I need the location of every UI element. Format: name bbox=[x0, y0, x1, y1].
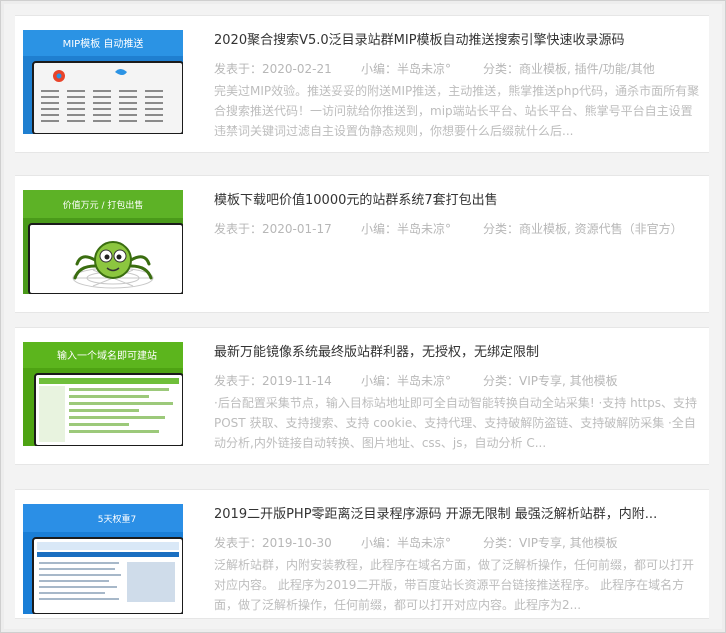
post-info: 模板下载吧价值10000元的站群系统7套打包出售 发表于：2020-01-17 小… bbox=[214, 192, 702, 237]
post-title[interactable]: 2020聚合搜索V5.0泛目录站群MIP模板自动推送搜索引擎快速收录源码 bbox=[214, 32, 702, 50]
post-info: 2020聚合搜索V5.0泛目录站群MIP模板自动推送搜索引擎快速收录源码 发表于… bbox=[214, 32, 702, 141]
post-meta: 发表于：2019-11-14 小编：半岛未凉° 分类：VIP专享, 其他模板 bbox=[214, 373, 702, 389]
category-link[interactable]: VIP专享 bbox=[519, 536, 562, 550]
date-label: 发表于： bbox=[214, 222, 263, 236]
thumb-site-header bbox=[37, 542, 179, 550]
thumb-banner-text: MIP模板 自动推送 bbox=[63, 37, 144, 50]
post-date: 发表于：2020-01-17 bbox=[214, 221, 361, 237]
thumb-site-nav bbox=[37, 552, 179, 557]
author-value: 半岛未凉° bbox=[397, 62, 452, 76]
post-info: 2019二开版PHP零距离泛目录程序源码 开源无限制 最强泛解析站群，内附...… bbox=[214, 506, 702, 615]
post-excerpt: ·后台配置采集节点，输入目标站地址即可全自动智能转换自动全站采集! ·支持 ht… bbox=[214, 396, 697, 450]
post-title[interactable]: 最新万能镜像系统最终版站群利器，无授权，无绑定限制 bbox=[214, 344, 702, 362]
post-card: MIP模板 自动推送 2020聚合搜索V5.0泛目录站群MIP模板自动推送搜索引… bbox=[15, 15, 709, 153]
post-info: 最新万能镜像系统最终版站群利器，无授权，无绑定限制 发表于：2019-11-14… bbox=[214, 344, 702, 453]
author-label: 小编： bbox=[361, 62, 398, 76]
post-thumbnail[interactable]: 5天权重7 bbox=[23, 504, 183, 614]
post-author: 小编：半岛未凉° bbox=[361, 535, 483, 551]
thumb-banner-text: 输入一个域名即可建站 bbox=[57, 349, 157, 362]
post-thumbnail[interactable]: MIP模板 自动推送 bbox=[23, 30, 183, 134]
category-label: 分类： bbox=[483, 374, 520, 388]
category-link[interactable]: 其他模板 bbox=[570, 536, 618, 550]
post-title[interactable]: 模板下载吧价值10000元的站群系统7套打包出售 bbox=[214, 192, 702, 210]
date-value: 2019-10-30 bbox=[262, 536, 332, 550]
category-link[interactable]: 其他模板 bbox=[570, 374, 618, 388]
thumbnail-mip-template-image: MIP模板 自动推送 bbox=[23, 30, 183, 134]
thumb-banner-text: 5天权重7 bbox=[98, 513, 136, 525]
author-label: 小编： bbox=[361, 374, 398, 388]
post-card: 输入一个域名即可建站 最新万能镜像系统最终版站群利器，无授权，无绑定限制 发表于 bbox=[15, 327, 709, 465]
author-value: 半岛未凉° bbox=[397, 374, 452, 388]
date-label: 发表于： bbox=[214, 374, 263, 388]
category-label: 分类： bbox=[483, 62, 520, 76]
category-label: 分类： bbox=[483, 222, 520, 236]
post-categories: 分类：商业模板, 插件/功能/其他 bbox=[483, 61, 655, 77]
thumb-site-image bbox=[127, 562, 175, 602]
date-value: 2019-11-14 bbox=[262, 374, 332, 388]
post-excerpt: 泛解析站群，内附安装教程，此程序在域名方面，做了泛解析操作，任何前缀，都可以打开… bbox=[214, 558, 695, 612]
category-separator: , bbox=[567, 62, 575, 76]
post-title[interactable]: 2019二开版PHP零距离泛目录程序源码 开源无限制 最强泛解析站群，内附... bbox=[214, 506, 702, 524]
post-card: 价值万元 / 打包出售 模板下载吧价值10000元的站群系统7套打包出售 发表于… bbox=[15, 175, 709, 313]
date-value: 2020-01-17 bbox=[262, 222, 332, 236]
category-separator: , bbox=[567, 222, 575, 236]
thumb-admin-header bbox=[39, 378, 179, 384]
post-author: 小编：半岛未凉° bbox=[361, 221, 483, 237]
post-thumbnail[interactable]: 输入一个域名即可建站 bbox=[23, 342, 183, 446]
thumbnail-spider-image: 价值万元 / 打包出售 bbox=[23, 190, 183, 294]
category-link[interactable]: 商业模板 bbox=[519, 62, 567, 76]
author-value: 半岛未凉° bbox=[397, 222, 452, 236]
post-meta: 发表于：2019-10-30 小编：半岛未凉° 分类：VIP专享, 其他模板 bbox=[214, 535, 702, 551]
post-date: 发表于：2019-11-14 bbox=[214, 373, 361, 389]
category-separator: , bbox=[562, 374, 570, 388]
post-list-page: MIP模板 自动推送 2020聚合搜索V5.0泛目录站群MIP模板自动推送搜索引… bbox=[0, 0, 726, 633]
date-value: 2020-02-21 bbox=[262, 62, 332, 76]
category-separator: , bbox=[562, 536, 570, 550]
author-label: 小编： bbox=[361, 222, 398, 236]
post-meta: 发表于：2020-01-17 小编：半岛未凉° 分类：商业模板, 资源代售（非官方） bbox=[214, 221, 702, 237]
browser-logo-center bbox=[56, 73, 62, 79]
thumb-admin-sidebar bbox=[39, 386, 65, 442]
thumbnail-php-site-image: 5天权重7 bbox=[23, 504, 183, 614]
category-link[interactable]: 资源代售（非官方） bbox=[575, 222, 683, 236]
thumb-banner-text: 价值万元 / 打包出售 bbox=[63, 199, 144, 211]
author-value: 半岛未凉° bbox=[397, 536, 452, 550]
post-date: 发表于：2020-02-21 bbox=[214, 61, 361, 77]
post-excerpt: 完美过MIP效验。推送妥妥的附送MIP推送，主动推送，熊掌推送php代码，通杀市… bbox=[214, 84, 700, 138]
post-thumbnail[interactable]: 价值万元 / 打包出售 bbox=[23, 190, 183, 294]
post-categories: 分类：商业模板, 资源代售（非官方） bbox=[483, 221, 683, 237]
thumbnail-mirror-site-image: 输入一个域名即可建站 bbox=[23, 342, 183, 446]
category-label: 分类： bbox=[483, 536, 520, 550]
date-label: 发表于： bbox=[214, 62, 263, 76]
category-link[interactable]: 插件/功能/其他 bbox=[575, 62, 655, 76]
post-meta: 发表于：2020-02-21 小编：半岛未凉° 分类：商业模板, 插件/功能/其他 bbox=[214, 61, 702, 77]
post-categories: 分类：VIP专享, 其他模板 bbox=[483, 535, 618, 551]
author-label: 小编： bbox=[361, 536, 398, 550]
post-date: 发表于：2019-10-30 bbox=[214, 535, 361, 551]
post-card: 5天权重7 2019二开版PHP零距离泛目录程序源码 开源无限制 最强泛解析站群… bbox=[15, 489, 709, 619]
post-author: 小编：半岛未凉° bbox=[361, 61, 483, 77]
category-link[interactable]: 商业模板 bbox=[519, 222, 567, 236]
post-categories: 分类：VIP专享, 其他模板 bbox=[483, 373, 618, 389]
date-label: 发表于： bbox=[214, 536, 263, 550]
post-author: 小编：半岛未凉° bbox=[361, 373, 483, 389]
category-link[interactable]: VIP专享 bbox=[519, 374, 562, 388]
